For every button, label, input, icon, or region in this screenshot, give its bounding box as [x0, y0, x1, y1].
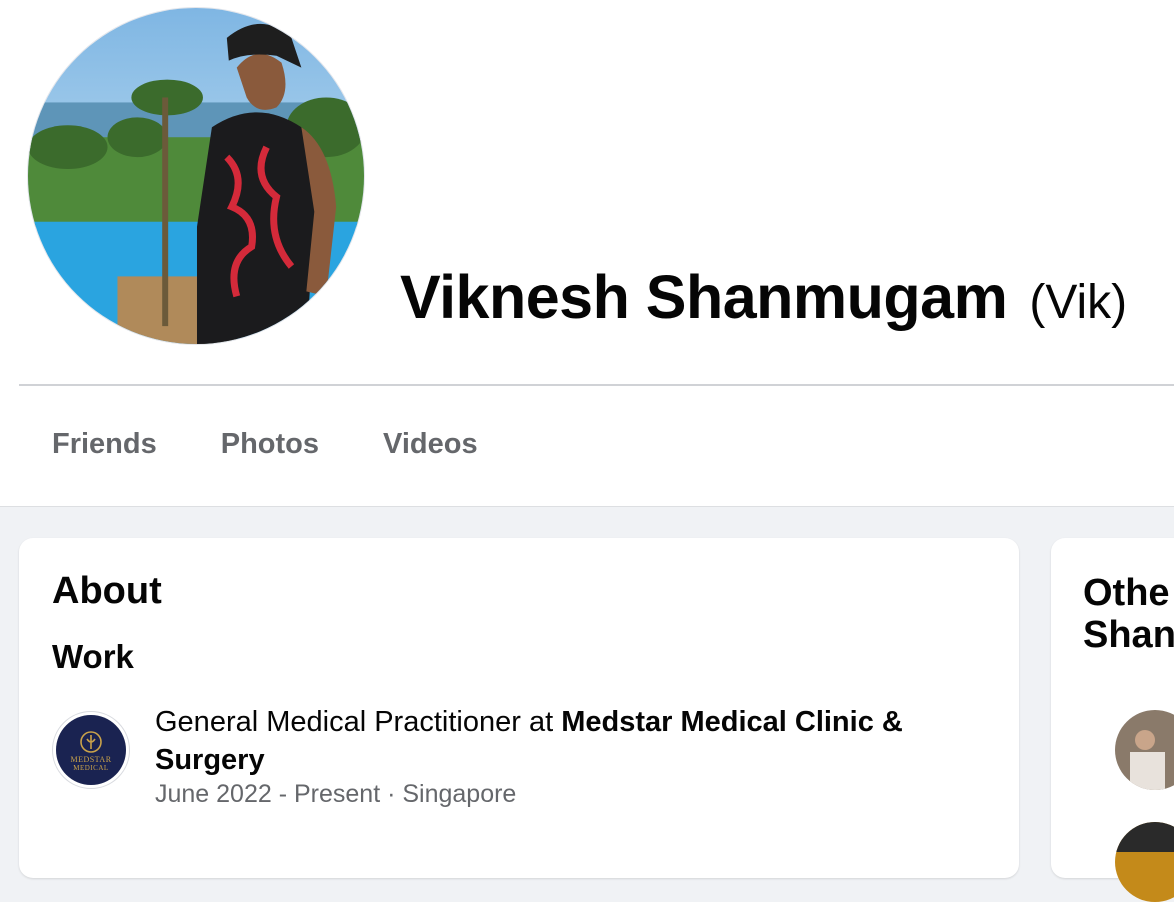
avatar-photo-2 — [1115, 822, 1174, 902]
about-title: About — [52, 570, 162, 612]
profile-alternate-name: (Vik) — [1029, 276, 1128, 329]
logo-text-medical: MEDICAL — [73, 763, 109, 772]
other-card-title-line2: Shan — [1083, 614, 1174, 656]
other-card-title: Othe Shan — [1083, 572, 1174, 656]
logo-text-medstar: MEDSTAR — [70, 754, 112, 764]
profile-tabs: Friends Photos Videos — [52, 428, 478, 461]
job-title: General Medical Practitioner at Medstar … — [155, 703, 975, 779]
job-role: General Medical Practitioner at — [155, 706, 562, 738]
tab-videos[interactable]: Videos — [383, 428, 478, 461]
about-card: About Work MEDSTAR MEDICAL General Medic… — [19, 538, 1019, 878]
company-logo-badge: MEDSTAR MEDICAL — [56, 715, 126, 785]
job-meta: June 2022 - Present · Singapore — [155, 780, 517, 808]
other-profile-avatar[interactable] — [1115, 710, 1174, 790]
profile-picture[interactable] — [27, 7, 365, 345]
other-names-card: Othe Shan — [1051, 538, 1174, 902]
medstar-emblem-icon — [80, 730, 102, 753]
profile-photo-illustration — [28, 8, 364, 344]
tab-photos[interactable]: Photos — [221, 428, 319, 461]
profile-name: Viknesh Shanmugam — [400, 263, 1008, 331]
other-profile-avatar[interactable] — [1115, 822, 1174, 902]
tab-friends[interactable]: Friends — [52, 428, 157, 461]
avatar-photo-1 — [1115, 710, 1174, 790]
work-heading: Work — [52, 638, 134, 675]
company-logo[interactable]: MEDSTAR MEDICAL — [52, 711, 130, 789]
profile-name-row: Viknesh Shanmugam (Vik) — [400, 262, 1127, 332]
other-card-title-line1: Othe — [1083, 572, 1170, 614]
profile-header: Viknesh Shanmugam (Vik) Friends Photos Vi… — [0, 0, 1174, 507]
header-divider — [19, 384, 1174, 386]
